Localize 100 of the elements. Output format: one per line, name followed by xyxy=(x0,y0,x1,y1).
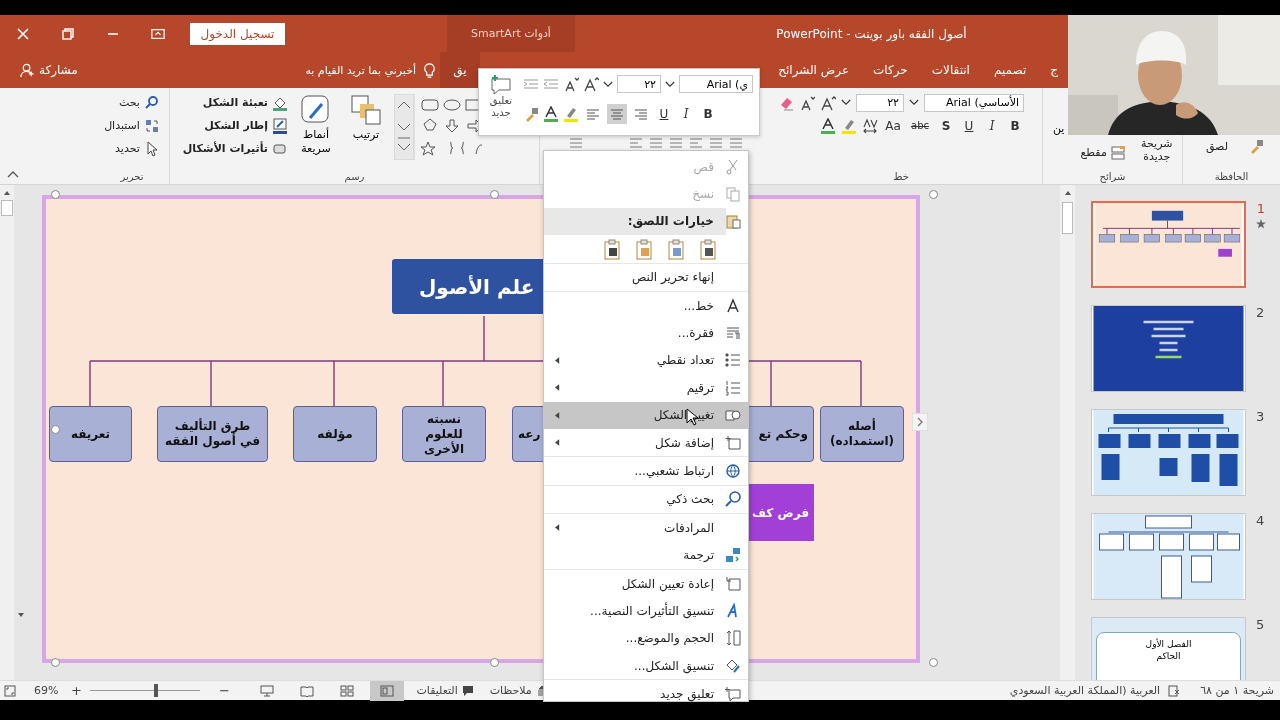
menu-item[interactable]: ترقيم xyxy=(544,374,748,402)
menu-item[interactable]: إنهاء تحرير النص xyxy=(544,262,748,291)
format-button[interactable]: S xyxy=(937,118,955,133)
zoom-out-button[interactable]: − xyxy=(216,683,233,698)
menu-item[interactable]: بحث ذكي xyxy=(544,484,748,514)
menu-item[interactable]: فقرة... xyxy=(544,319,748,347)
menu-item[interactable]: ترجمة xyxy=(544,541,748,569)
format-button[interactable]: U xyxy=(655,107,673,121)
format-button[interactable]: I xyxy=(677,107,695,121)
new-slide-button[interactable]: شريحة جديدة xyxy=(1131,137,1182,163)
group-label: تحرير xyxy=(120,171,144,182)
fit-slide-icon[interactable] xyxy=(4,684,16,697)
selection-handle[interactable] xyxy=(490,658,499,667)
section-button[interactable]: مقطع xyxy=(1080,146,1107,159)
ribbon-tab[interactable]: عرض الشرائح xyxy=(778,63,850,77)
selection-handle[interactable] xyxy=(51,425,60,434)
spelling-icon[interactable] xyxy=(1168,684,1181,697)
selection-handle[interactable] xyxy=(51,190,60,199)
menu-item[interactable]: تنسيق الشكل... xyxy=(544,652,748,680)
close-icon[interactable] xyxy=(15,26,30,41)
quick-styles-button[interactable]: أنماط سريعة xyxy=(294,88,338,156)
font-name-field[interactable]: الأساسي) Arial xyxy=(924,93,1024,112)
section-icon xyxy=(1109,145,1126,161)
ribbon-tab[interactable]: حركات xyxy=(873,63,908,77)
menu-item[interactable]: المرادفات xyxy=(544,513,748,542)
menu-item[interactable]: خط... xyxy=(544,290,748,320)
shapes-icon xyxy=(725,407,741,424)
comment-icon xyxy=(725,686,741,703)
shrink-font-icon[interactable] xyxy=(563,76,579,92)
character-spacing-icon[interactable] xyxy=(862,117,878,134)
slide-thumbnail[interactable] xyxy=(1091,201,1246,288)
find-button[interactable]: بحث xyxy=(118,96,140,109)
menu-item[interactable]: تعداد نقطي xyxy=(544,346,748,375)
format-button[interactable]: I xyxy=(983,118,1001,133)
shape-outline-button[interactable]: إطار الشكل xyxy=(204,119,268,132)
ribbon-tab[interactable]: تصميم xyxy=(993,63,1027,77)
chevron-icon[interactable] xyxy=(665,80,675,88)
zoom-slider-thumb[interactable] xyxy=(154,684,159,697)
scrollbar-thumb[interactable] xyxy=(1,200,13,216)
menu-item[interactable]: إضافة شكل xyxy=(544,428,748,457)
format-button[interactable]: B xyxy=(699,107,717,121)
format-button[interactable]: abc xyxy=(908,120,932,131)
format-button[interactable]: U xyxy=(960,118,978,133)
menu-item[interactable]: تعليق جديد xyxy=(544,679,748,708)
chevron-icon[interactable] xyxy=(841,99,851,106)
zoom-level[interactable]: 69% xyxy=(34,684,59,697)
collapse-ribbon-icon[interactable] xyxy=(7,170,19,178)
menu-item[interactable]: ارتباط تشعبي... xyxy=(544,456,748,485)
font-name-field[interactable]: ي) Arial xyxy=(679,75,753,93)
slide-thumbnail[interactable] xyxy=(1091,409,1246,496)
reset-button[interactable]: ين xyxy=(1053,122,1065,135)
ribbon-tab[interactable]: يق xyxy=(440,52,480,88)
tell-me-field[interactable]: أخبرني بما تريد القيام به xyxy=(277,62,437,78)
slide-thumbnail[interactable] xyxy=(1091,513,1246,600)
comments-button[interactable]: التعليقات xyxy=(416,684,458,697)
slide-thumbnail[interactable] xyxy=(1091,305,1246,392)
selection-handle[interactable] xyxy=(490,190,499,199)
selection-handle[interactable] xyxy=(929,190,938,199)
notes-button[interactable]: ملاحظات xyxy=(489,684,532,697)
arrange-button[interactable]: ترتيب xyxy=(344,88,388,142)
shape-effects-button[interactable]: تأثيرات الأشكال xyxy=(182,142,268,155)
format-button[interactable]: B xyxy=(1006,118,1024,133)
select-button[interactable]: تحديد xyxy=(115,142,140,155)
selection-handle[interactable] xyxy=(929,658,938,667)
paste-option-icon[interactable] xyxy=(602,237,622,260)
scrollbar-thumb[interactable] xyxy=(1062,202,1073,234)
chevron-icon[interactable] xyxy=(603,80,613,88)
format-button[interactable]: Aa xyxy=(883,118,903,133)
menu-item[interactable]: إعادة تعيين الشكل xyxy=(544,568,748,598)
chevron-icon[interactable] xyxy=(909,99,919,106)
normal-view-button[interactable] xyxy=(370,680,405,701)
chevron-right-icon[interactable] xyxy=(912,413,928,431)
shrink-font-icon[interactable] xyxy=(799,94,815,111)
selection-handle[interactable] xyxy=(51,658,60,667)
sign-in-button[interactable]: تسجيل الدخول xyxy=(190,22,285,45)
paste-button[interactable]: لصق xyxy=(1205,139,1228,153)
shapes-gallery[interactable] xyxy=(394,94,482,160)
menu-item[interactable]: تنسيق التأثيرات النصية... xyxy=(544,597,748,625)
language-status[interactable]: العربية (المملكة العربية السعودي xyxy=(1009,684,1161,697)
font-color-icon[interactable] xyxy=(543,106,559,122)
share-button[interactable]: مشاركة xyxy=(20,62,92,78)
restore-icon[interactable] xyxy=(60,26,75,41)
highlight-icon[interactable] xyxy=(841,117,857,134)
font-size-field[interactable]: ٢٢ xyxy=(856,93,904,112)
grow-font-icon[interactable] xyxy=(820,94,836,111)
ribbon-tab[interactable]: انتقالات xyxy=(931,63,970,77)
font-size-field[interactable]: ٢٢ xyxy=(617,75,661,93)
add-shape-icon xyxy=(725,434,741,451)
ribbon-display-icon[interactable] xyxy=(150,26,165,41)
font-color-icon[interactable] xyxy=(820,117,836,134)
ribbon-tab[interactable]: ج xyxy=(1050,63,1058,77)
new-comment-button[interactable]: تعليق جديد xyxy=(479,69,523,135)
comment-add-icon xyxy=(489,73,513,95)
replace-button[interactable]: استبدال xyxy=(104,119,140,132)
grow-font-icon[interactable] xyxy=(583,76,599,92)
slide-thumbnail[interactable]: الفصل الأول الحاكم xyxy=(1091,617,1246,680)
paste-option-icon[interactable] xyxy=(698,237,718,260)
menu-item[interactable]: الحجم والموضع... xyxy=(544,624,748,653)
shape-fill-button[interactable]: تعبئة الشكل xyxy=(202,96,268,109)
zoom-in-button[interactable]: + xyxy=(68,683,85,698)
